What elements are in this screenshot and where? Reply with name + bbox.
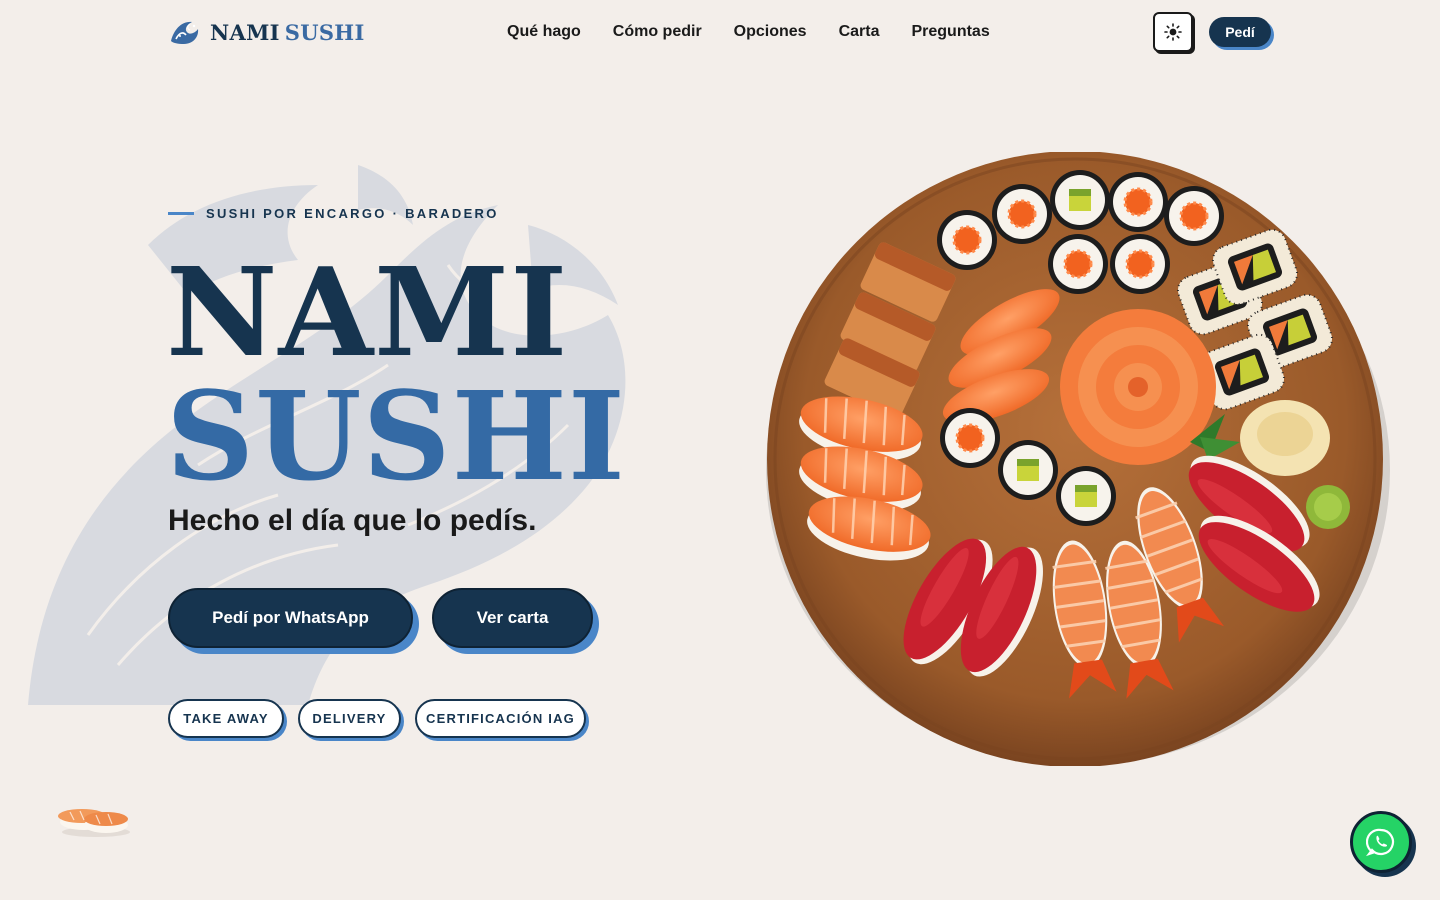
chip-delivery: DELIVERY	[298, 699, 401, 738]
hero-title-line2: SUSHI	[166, 364, 626, 508]
nav-item-carta[interactable]: Carta	[839, 23, 880, 41]
main-nav: Qué hago Cómo pedir Opciones Carta Pregu…	[507, 20, 990, 44]
sun-icon	[1164, 23, 1182, 41]
hero-eyebrow: SUSHI POR ENCARGO · BARADERO	[168, 203, 499, 223]
hero-tagline: Hecho el día que lo pedís.	[168, 504, 537, 537]
brand-name-part2: SUSHI	[284, 19, 365, 45]
hero-title: NAMI SUSHI	[166, 250, 626, 498]
theme-toggle-button[interactable]	[1153, 12, 1193, 52]
view-menu-button[interactable]: Ver carta	[432, 588, 593, 648]
nav-item-opciones[interactable]: Opciones	[734, 23, 807, 41]
brand-name: NAMI SUSHI	[210, 20, 365, 45]
chip-certification: CERTIFICACIÓN IAG	[415, 699, 586, 738]
nav-item-que-hago[interactable]: Qué hago	[507, 23, 581, 41]
brand-logo[interactable]: NAMI SUSHI	[168, 14, 365, 50]
nav-item-preguntas[interactable]: Preguntas	[911, 23, 989, 41]
chip-take-away: TAKE AWAY	[168, 699, 284, 738]
sushi-platter-image	[766, 152, 1390, 766]
wave-logo-icon	[171, 21, 199, 44]
eyebrow-text: SUSHI POR ENCARGO · BARADERO	[206, 205, 499, 221]
order-whatsapp-button[interactable]: Pedí por WhatsApp	[168, 588, 413, 648]
site-header: NAMI SUSHI Qué hago Cómo pedir Opciones C…	[0, 0, 1440, 64]
decorative-nigiri-image	[58, 809, 130, 837]
eyebrow-divider	[168, 211, 194, 215]
whatsapp-floating-button[interactable]	[1350, 811, 1412, 873]
order-button[interactable]: Pedí	[1209, 17, 1271, 47]
hero-title-line1: NAMI	[166, 240, 569, 384]
nav-item-como-pedir[interactable]: Cómo pedir	[613, 23, 702, 41]
brand-name-part1: NAMI	[210, 19, 280, 45]
whatsapp-icon	[1366, 828, 1395, 857]
